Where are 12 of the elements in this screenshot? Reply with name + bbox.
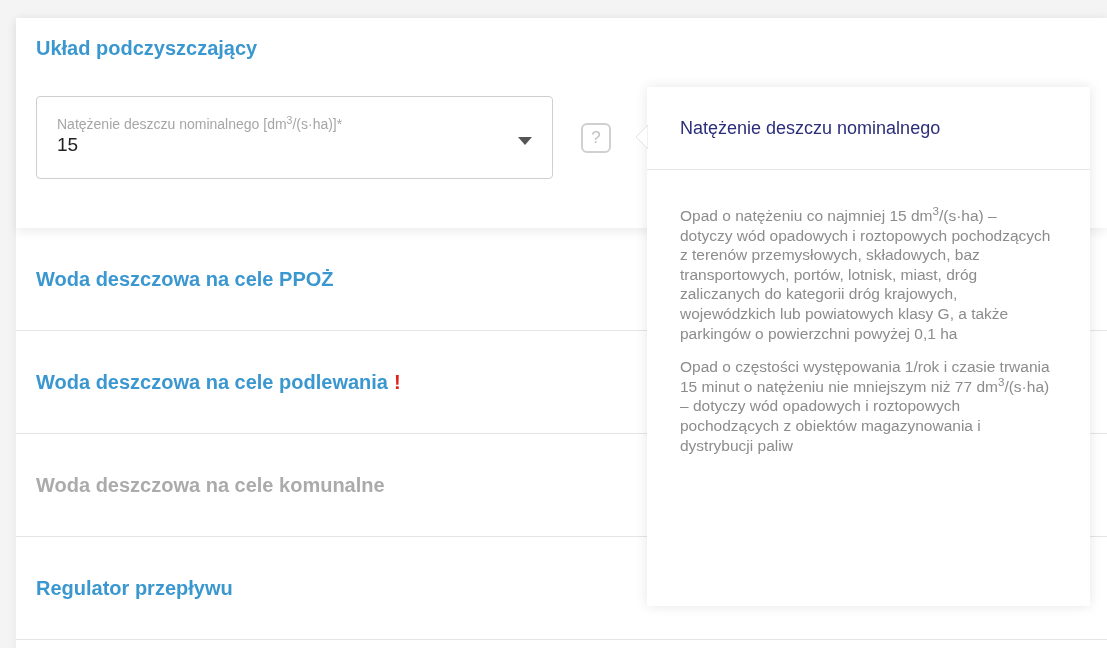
tooltip-title: Natężenie deszczu nominalnego: [680, 116, 941, 140]
section-title: Woda deszczowa na cele PPOŻ: [36, 267, 334, 292]
help-icon[interactable]: ?: [581, 122, 611, 153]
field-value: 15: [57, 133, 80, 157]
section-title: Układ podczyszczający: [36, 36, 259, 61]
section-title: Woda deszczowa na cele komunalne: [36, 473, 385, 498]
dropdown-field[interactable]: Natężenie deszczu nominalnego [dm$^{3}$/(s·ha)]* 15: [36, 96, 553, 179]
section-title: Woda deszczowa na cele podlewania: [36, 370, 388, 395]
section-title: Regulator przepływu: [36, 576, 233, 601]
field-label: Natężenie deszczu nominalnego [dm$^{3}$/(s·ha)]*: [57, 115, 343, 133]
caret-icon: [518, 137, 532, 145]
warning-mark: !: [393, 370, 401, 395]
